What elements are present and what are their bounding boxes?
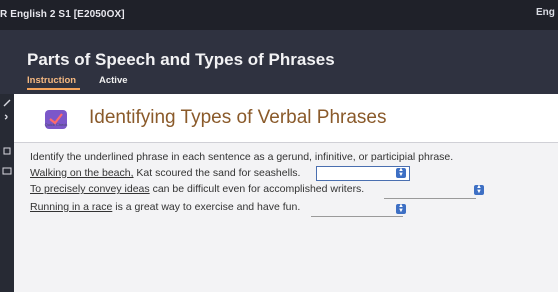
sentence-1: Walking on the beach, Kat scoured the sa… — [30, 167, 300, 179]
answer-dropdown-2-line — [384, 198, 476, 199]
answer-dropdown-3[interactable]: ▲ ▼ — [396, 203, 406, 214]
sentence-3: Running in a race is a great way to exer… — [30, 201, 300, 213]
sentence-rest: Kat scoured the sand for seashells. — [133, 167, 301, 179]
section-title: Identifying Types of Verbal Phrases — [89, 107, 387, 128]
quick-check-label: Quick Check — [44, 122, 68, 127]
tab-instruction[interactable]: Instruction — [27, 75, 76, 86]
lesson-title: Parts of Speech and Types of Phrases — [27, 50, 335, 69]
left-tool-rail — [0, 94, 14, 292]
language-button[interactable]: Eng — [536, 7, 555, 18]
sentence-rest: is a great way to exercise and have fun. — [112, 201, 301, 213]
divider — [14, 142, 558, 143]
audio-icon[interactable] — [2, 112, 12, 122]
underlined-phrase: To precisely convey ideas — [30, 183, 150, 195]
underlined-phrase: Running in a race — [30, 201, 113, 213]
answer-dropdown-3-line — [311, 216, 403, 217]
answer-dropdown-1[interactable]: ▲ ▼ — [316, 166, 410, 181]
underlined-phrase: Walking on the beach, — [30, 167, 134, 179]
course-title: R English 2 S1 [E2050OX] — [0, 9, 125, 20]
up-down-arrows-icon: ▲ ▼ — [396, 167, 406, 178]
top-bar: R English 2 S1 [E2050OX] Eng — [0, 0, 558, 30]
pencil-icon[interactable] — [2, 98, 12, 108]
resources-icon[interactable] — [2, 166, 12, 176]
answer-dropdown-2[interactable]: ▲ ▼ — [474, 184, 484, 195]
instructions: Identify the underlined phrase in each s… — [30, 151, 454, 163]
sentence-rest: can be difficult even for accomplished w… — [149, 183, 365, 195]
tab-active[interactable]: Active — [99, 75, 128, 86]
active-tab-indicator — [27, 88, 80, 90]
sentence-2: To precisely convey ideas can be difficu… — [30, 183, 364, 195]
notes-icon[interactable] — [2, 146, 12, 156]
